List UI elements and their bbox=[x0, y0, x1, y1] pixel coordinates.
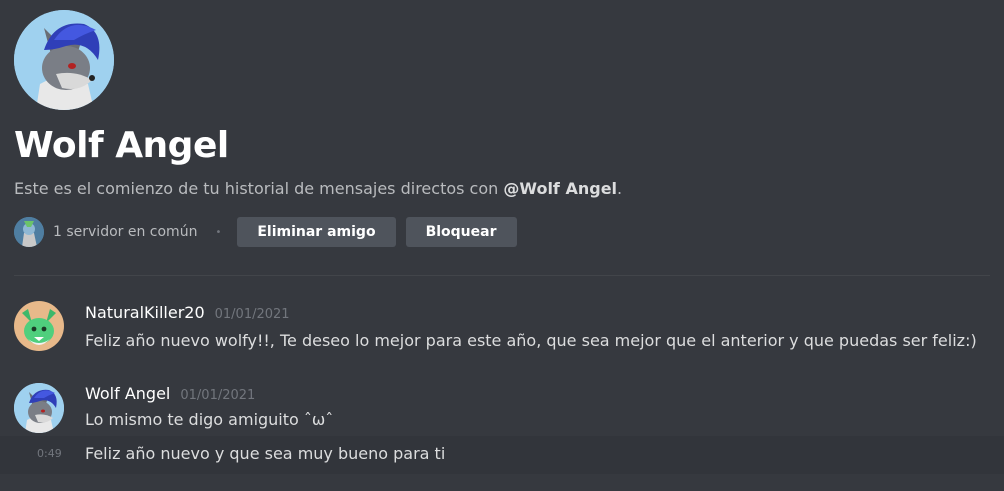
followup-message[interactable]: 0:49 Feliz año nuevo y que sea muy bueno… bbox=[0, 436, 1004, 474]
message-content: Lo mismo te digo amiguito ˆωˆ bbox=[85, 410, 334, 429]
followup-timestamp: 0:49 bbox=[37, 447, 62, 460]
block-button[interactable]: Bloquear bbox=[405, 217, 517, 247]
message-item: NaturalKiller20 01/01/2021 Feliz año nue… bbox=[0, 298, 1004, 358]
wolf-avatar-icon bbox=[14, 10, 114, 110]
message-item: Wolf Angel 01/01/2021 Lo mismo te digo a… bbox=[0, 378, 1004, 436]
server-icon bbox=[14, 217, 44, 247]
followup-content: Feliz año nuevo y que sea muy bueno para… bbox=[85, 444, 446, 463]
dm-welcome-header: Wolf Angel Este es el comienzo de tu his… bbox=[14, 10, 990, 248]
message-content: Feliz año nuevo wolfy!!, Te deseo lo mej… bbox=[85, 331, 977, 350]
wolf-avatar-icon bbox=[14, 383, 64, 433]
remove-friend-button[interactable]: Eliminar amigo bbox=[237, 217, 396, 247]
message-author[interactable]: NaturalKiller20 bbox=[85, 303, 205, 322]
dm-description-text: Este es el comienzo de tu historial de m… bbox=[14, 179, 504, 198]
separator-dot: • bbox=[215, 226, 222, 238]
message-timestamp: 01/01/2021 bbox=[180, 388, 256, 403]
message-timestamp: 01/01/2021 bbox=[214, 307, 290, 322]
message-header: NaturalKiller20 01/01/2021 bbox=[85, 303, 290, 322]
dm-description: Este es el comienzo de tu historial de m… bbox=[14, 178, 990, 200]
green-creature-avatar-icon bbox=[14, 301, 64, 351]
message-author[interactable]: Wolf Angel bbox=[85, 384, 170, 403]
message-header: Wolf Angel 01/01/2021 bbox=[85, 384, 255, 403]
dm-description-end: . bbox=[617, 179, 623, 198]
mutual-server-avatar[interactable] bbox=[14, 217, 44, 247]
message-avatar[interactable] bbox=[14, 383, 64, 433]
mutual-servers-link[interactable]: 1 servidor en común bbox=[53, 224, 197, 240]
message-avatar[interactable] bbox=[14, 301, 64, 351]
divider bbox=[14, 275, 990, 276]
user-mention[interactable]: @Wolf Angel bbox=[503, 179, 617, 198]
profile-avatar[interactable] bbox=[14, 10, 114, 110]
profile-actions: 1 servidor en común • Eliminar amigo Blo… bbox=[14, 216, 990, 248]
dm-title: Wolf Angel bbox=[14, 125, 229, 166]
